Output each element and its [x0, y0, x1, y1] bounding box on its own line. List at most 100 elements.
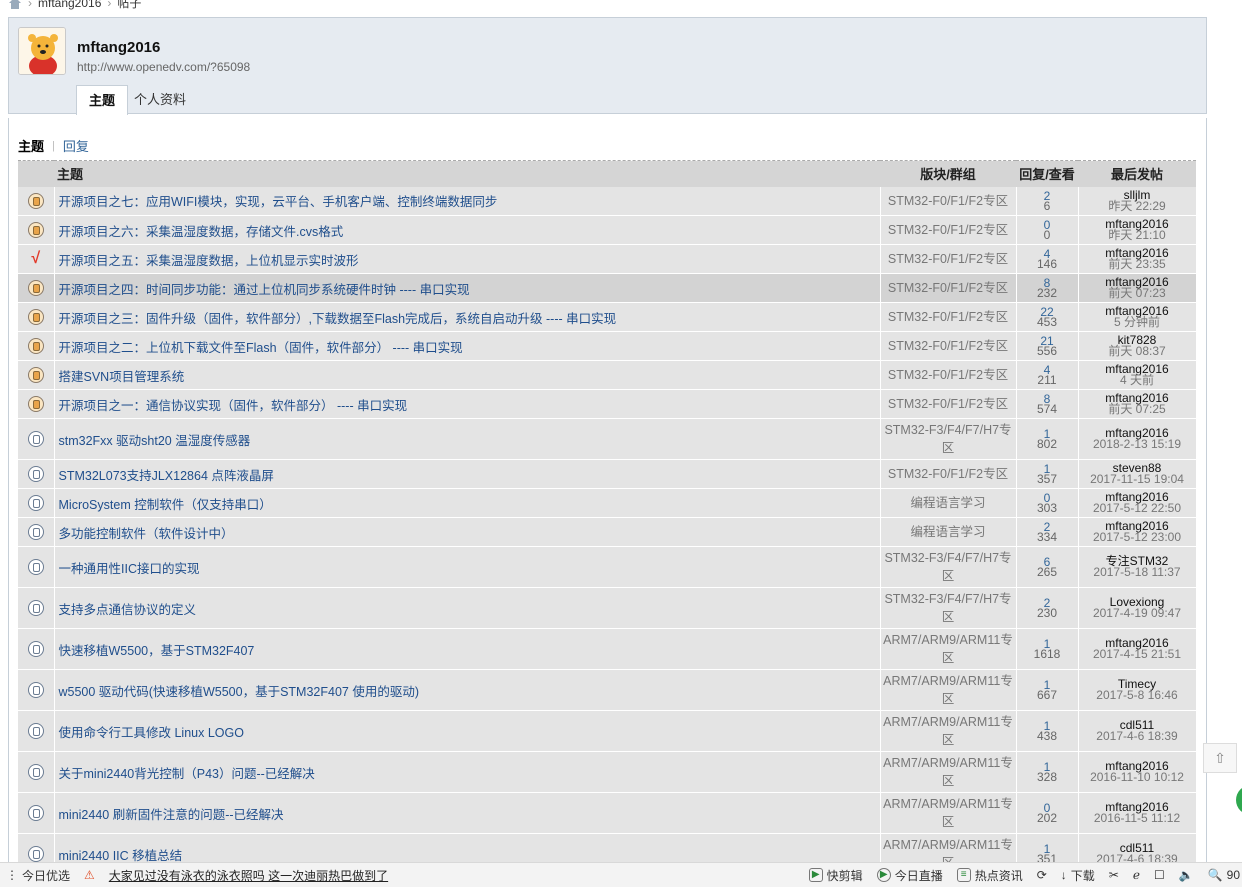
news-icon: ≡	[956, 868, 971, 882]
topic-title[interactable]: 开源项目之二：上位机下载文件至Flash（固件，软件部分） ---- 串口实现	[54, 331, 881, 361]
topic-stats: 22 453	[1016, 302, 1079, 332]
topic-title[interactable]: stm32Fxx 驱动sht20 温湿度传感器	[54, 418, 881, 460]
last-post-time[interactable]: 2017-5-18 11:37	[1079, 566, 1196, 578]
last-post-time[interactable]: 5 分钟前	[1079, 316, 1196, 328]
topic-forum[interactable]: STM32-F0/F1/F2专区	[880, 215, 1017, 245]
topic-forum[interactable]: STM32-F0/F1/F2专区	[880, 459, 1017, 489]
topic-icon	[27, 524, 44, 540]
subtab-replies[interactable]: 回复	[63, 136, 89, 155]
topic-title[interactable]: 一种通用性IIC接口的实现	[54, 546, 881, 588]
topic-forum[interactable]: ARM7/ARM9/ARM11专区	[880, 628, 1017, 670]
status-news-link[interactable]: 大家见过没有泳衣的泳衣照吗 这一次迪丽热巴做到了	[109, 867, 388, 884]
topic-forum[interactable]: STM32-F0/F1/F2专区	[880, 273, 1017, 303]
topic-title[interactable]: 快速移植W5500，基于STM32F407	[54, 628, 881, 670]
home-icon[interactable]	[8, 0, 22, 9]
topic-title[interactable]: 开源项目之三：固件升级（固件，软件部分）,下载数据至Flash完成后，系统自启动…	[54, 302, 881, 332]
topic-forum[interactable]: STM32-F3/F4/F7/H7专区	[880, 418, 1017, 460]
topic-title[interactable]: 开源项目之五：采集温湿度数据，上位机显示实时波形	[54, 244, 881, 274]
topic-title[interactable]: 开源项目之七：应用WIFI模块，实现，云平台、手机客户端、控制终端数据同步	[54, 186, 881, 216]
topic-title[interactable]: w5500 驱动代码(快速移植W5500，基于STM32F407 使用的驱动)	[54, 669, 881, 711]
topic-forum[interactable]: STM32-F0/F1/F2专区	[880, 244, 1017, 274]
topic-last-post: kit7828 前天 08:37	[1078, 331, 1197, 361]
last-post-time[interactable]: 2016-11-10 10:12	[1079, 771, 1196, 783]
screenshot-icon[interactable]: ✂	[1109, 868, 1119, 882]
last-post-time[interactable]: 2017-4-19 09:47	[1079, 607, 1196, 619]
topic-forum[interactable]: STM32-F0/F1/F2专区	[880, 186, 1017, 216]
topic-title[interactable]: 搭建SVN项目管理系统	[54, 360, 881, 390]
topic-icon	[27, 641, 44, 657]
topic-title[interactable]: 支持多点通信协议的定义	[54, 587, 881, 629]
topic-stats: 4 146	[1016, 244, 1079, 274]
last-post-time[interactable]: 2016-11-5 11:12	[1079, 812, 1196, 824]
topic-forum[interactable]: ARM7/ARM9/ARM11专区	[880, 669, 1017, 711]
topic-forum[interactable]: 编程语言学习	[880, 517, 1017, 547]
topic-forum[interactable]: STM32-F3/F4/F7/H7专区	[880, 587, 1017, 629]
header-icon-col	[18, 160, 54, 187]
tab-profile-info[interactable]: 个人资料	[122, 85, 198, 115]
status-download-label: 下载	[1070, 868, 1095, 883]
last-post-time[interactable]: 2017-4-15 21:51	[1079, 648, 1196, 660]
status-quick-edit[interactable]: ▶ 快剪辑	[808, 867, 863, 884]
floating-widget[interactable]	[1236, 785, 1242, 815]
profile-url[interactable]: http://www.openedv.com/?65098	[77, 60, 250, 74]
topic-stats: 1 667	[1016, 669, 1079, 711]
subtab-topics[interactable]: 主题	[18, 136, 44, 155]
last-post-time[interactable]: 2017-5-8 16:46	[1079, 689, 1196, 701]
topic-title[interactable]: mini2440 刷新固件注意的问题--已经解决	[54, 792, 881, 834]
status-hot-news[interactable]: ≡ 热点资讯	[956, 867, 1023, 884]
last-post-time[interactable]: 前天 07:25	[1079, 403, 1196, 415]
topic-icon	[27, 559, 44, 575]
warning-icon: ⚠	[84, 868, 95, 882]
download-icon: ↓	[1060, 868, 1067, 882]
topic-forum[interactable]: ARM7/ARM9/ARM11专区	[880, 792, 1017, 834]
last-post-time[interactable]: 4 天前	[1079, 374, 1196, 386]
topic-forum[interactable]: STM32-F0/F1/F2专区	[880, 389, 1017, 419]
topic-title[interactable]: 开源项目之四：时间同步功能：通过上位机同步系统硬件时钟 ---- 串口实现	[54, 273, 881, 303]
topic-stats: 0 202	[1016, 792, 1079, 834]
table-row: 开源项目之六：采集温湿度数据，存储文件.cvs格式 STM32-F0/F1/F2专…	[18, 215, 1197, 245]
last-post-time[interactable]: 2017-5-12 23:00	[1079, 531, 1196, 543]
status-zoom[interactable]: 🔍 90	[1208, 868, 1240, 882]
topic-title[interactable]: 开源项目之六：采集温湿度数据，存储文件.cvs格式	[54, 215, 881, 245]
topic-title[interactable]: 使用命令行工具修改 Linux LOGO	[54, 710, 881, 752]
last-post-time[interactable]: 2017-11-15 19:04	[1079, 473, 1196, 485]
topic-last-post: mftang2016 前天 07:23	[1078, 273, 1197, 303]
volume-icon[interactable]: 🔈	[1179, 868, 1194, 882]
last-post-time[interactable]: 2017-4-6 18:39	[1079, 730, 1196, 742]
status-download[interactable]: ↓ 下载	[1061, 867, 1095, 884]
window-icon[interactable]: ☐	[1154, 868, 1165, 882]
breadcrumb-user[interactable]: mftang2016	[38, 0, 101, 10]
topic-views: 667	[1036, 688, 1058, 702]
topic-icon-cell	[18, 459, 55, 489]
topic-title[interactable]: STM32L073支持JLX12864 点阵液晶屏	[54, 459, 881, 489]
table-row: w5500 驱动代码(快速移植W5500，基于STM32F407 使用的驱动) A…	[18, 669, 1197, 711]
topic-title[interactable]: MicroSystem 控制软件（仅支持串口）	[54, 488, 881, 518]
checkmark-icon: √	[31, 250, 41, 267]
profile-username[interactable]: mftang2016	[77, 39, 160, 56]
refresh-icon[interactable]: ⟳	[1037, 868, 1047, 882]
last-post-time[interactable]: 昨天 22:29	[1079, 200, 1196, 212]
last-post-time[interactable]: 前天 07:23	[1079, 287, 1196, 299]
status-live[interactable]: ▶ 今日直播	[876, 867, 943, 884]
topic-forum[interactable]: STM32-F3/F4/F7/H7专区	[880, 546, 1017, 588]
tab-topics[interactable]: 主题	[76, 85, 129, 115]
topic-title[interactable]: 多功能控制软件（软件设计中）	[54, 517, 881, 547]
topic-forum[interactable]: STM32-F0/F1/F2专区	[880, 360, 1017, 390]
topic-icon-cell	[18, 587, 55, 629]
last-post-time[interactable]: 2017-5-12 22:50	[1079, 502, 1196, 514]
last-post-time[interactable]: 前天 08:37	[1079, 345, 1196, 357]
back-to-top-button[interactable]: ⇧	[1203, 743, 1237, 773]
last-post-time[interactable]: 前天 23:35	[1079, 258, 1196, 270]
status-today-picks[interactable]: ⋮ 今日优选	[6, 867, 70, 884]
last-post-time[interactable]: 昨天 21:10	[1079, 229, 1196, 241]
topic-forum[interactable]: ARM7/ARM9/ARM11专区	[880, 751, 1017, 793]
topic-forum[interactable]: STM32-F0/F1/F2专区	[880, 302, 1017, 332]
topic-forum[interactable]: 编程语言学习	[880, 488, 1017, 518]
topic-forum[interactable]: STM32-F0/F1/F2专区	[880, 331, 1017, 361]
topic-title[interactable]: 关于mini2440背光控制（P43）问题--已经解决	[54, 751, 881, 793]
topic-title[interactable]: 开源项目之一：通信协议实现（固件，软件部分） ---- 串口实现	[54, 389, 881, 419]
topic-forum[interactable]: ARM7/ARM9/ARM11专区	[880, 710, 1017, 752]
avatar[interactable]	[18, 27, 66, 75]
ie-icon[interactable]: ℯ	[1133, 868, 1140, 882]
last-post-time[interactable]: 2018-2-13 15:19	[1079, 438, 1196, 450]
